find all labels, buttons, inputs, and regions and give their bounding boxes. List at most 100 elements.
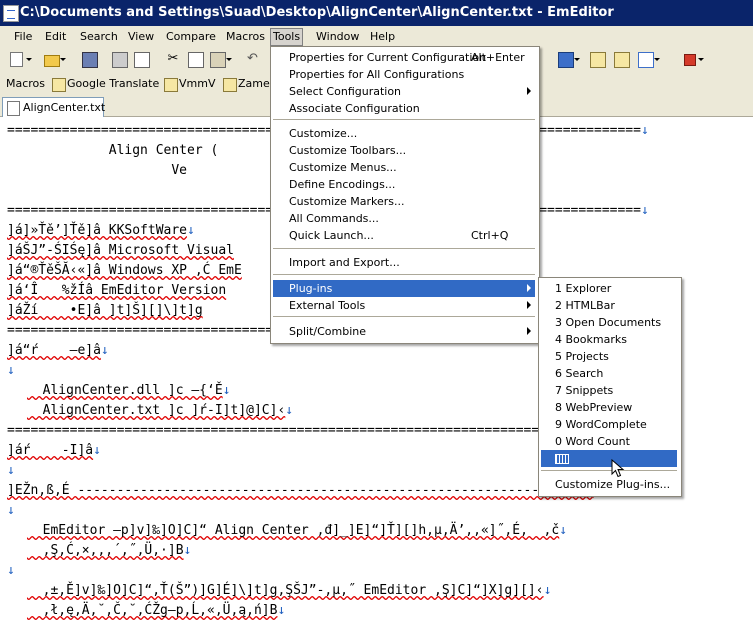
text-line: ]á‘Î %žÍâ EmEditor Version xyxy=(7,281,226,301)
text-line: Align Center ( xyxy=(7,141,219,161)
tools-menu-item[interactable]: Associate Configuration xyxy=(273,100,535,117)
eol-mark: ↓ xyxy=(559,523,568,538)
tools-menu-item[interactable]: Quick Launch... Ctrl+Q xyxy=(273,227,535,244)
eol-mark: ↓ xyxy=(100,343,109,358)
macro-google-translate[interactable]: Google Translate xyxy=(67,77,159,90)
text-line: ]áŽí •E]â ]t]Š][]\]t]g xyxy=(7,301,203,321)
tools-menu-item[interactable]: Customize Toolbars... xyxy=(273,142,535,159)
tools-menu-item[interactable]: Select Configuration xyxy=(273,83,535,100)
menu-view[interactable]: View xyxy=(126,29,156,45)
text-line: ]EŽn,ß,É -------------------------------… xyxy=(7,481,594,501)
menu-help[interactable]: Help xyxy=(368,29,397,45)
menu-separator xyxy=(541,470,677,471)
macro-icon xyxy=(52,78,66,92)
text-line: ]á]»Ťě’]Ťě]â KKSoftWare↓ xyxy=(7,221,195,241)
menu-search[interactable]: Search xyxy=(78,29,120,45)
menu-macros[interactable]: Macros xyxy=(224,29,267,45)
menu-window[interactable]: Window xyxy=(314,29,361,45)
line-text: ]á‘Î %žÍâ EmEditor Version xyxy=(7,283,227,298)
menu-item-label: Properties for All Configurations xyxy=(289,68,465,81)
copy-icon xyxy=(188,52,204,68)
menu-file[interactable]: File xyxy=(12,29,34,45)
text-line: EmEditor —p]v]‰]O]C]“ Align Center ,đ]_]… xyxy=(27,521,567,541)
notepad-icon xyxy=(590,52,606,68)
tools-menu-item[interactable]: Plug-ins xyxy=(273,280,535,297)
text-line: ]áŠJ”-ŚIŚę]â Microsoft Visual xyxy=(7,241,234,261)
line-text: ,Ş,Ć,×,,,´,˝,Ü,·]B xyxy=(27,543,184,558)
tools-menu-item[interactable]: Define Encodings... xyxy=(273,176,535,193)
text-line: ↓ xyxy=(7,561,15,581)
cut-button[interactable]: ✂ xyxy=(164,50,182,68)
plugin-menu-item[interactable]: 4 Bookmarks xyxy=(541,331,677,348)
customize-plugins-item[interactable]: Customize Plug-ins... xyxy=(541,476,677,493)
config-button[interactable] xyxy=(556,50,580,68)
line-text: AlignCenter.txt ]c ]ŕ-I]t]@]C]‹ xyxy=(27,403,286,418)
tools-menu-item[interactable]: Split/Combine xyxy=(273,323,535,340)
line-text: Ve xyxy=(7,163,188,178)
plugin-menu-item[interactable]: 9 WordComplete xyxy=(541,416,677,433)
macro-vmmv[interactable]: VmmV xyxy=(179,77,215,90)
new-file-button[interactable] xyxy=(8,50,32,68)
plugin-menu-item[interactable]: 8 WebPreview xyxy=(541,399,677,416)
marker-all-button[interactable] xyxy=(612,50,630,68)
tools-menu-item[interactable]: Properties for Current Configuration Alt+… xyxy=(273,49,535,66)
paste-button[interactable] xyxy=(208,50,232,68)
submenu-arrow-icon xyxy=(527,284,531,292)
plugin-menu-item[interactable]: 7 Snippets xyxy=(541,382,677,399)
undo-button[interactable]: ↶ xyxy=(245,50,263,68)
plugin-menu-item[interactable]: 1 Explorer xyxy=(541,280,677,297)
print-preview-button[interactable] xyxy=(132,50,150,68)
menu-item-label: Define Encodings... xyxy=(289,178,396,191)
plugin-menu-item[interactable]: 5 Projects xyxy=(541,348,677,365)
line-text: EmEditor —p]v]‰]O]C]“ Align Center ,đ]_]… xyxy=(27,523,560,538)
plugin-menu-item[interactable]: 3 Open Documents xyxy=(541,314,677,331)
plugin-menu-item[interactable] xyxy=(541,450,677,467)
text-line: ↓ xyxy=(7,361,15,381)
menu-item-label: 8 WebPreview xyxy=(555,401,633,414)
text-line: ↓ xyxy=(7,461,15,481)
tools-menu-item[interactable]: Import and Export... xyxy=(273,254,535,271)
tools-menu-item[interactable]: External Tools xyxy=(273,297,535,314)
menu-tools[interactable]: Tools xyxy=(270,28,304,46)
text-line: Ve xyxy=(7,161,187,181)
text-line: ,ł,ę,Ä,˘,Č,˘,ĆŽg—p,Ĺ,«,Ü,ą,ń]B↓ xyxy=(27,601,286,621)
text-file-icon xyxy=(7,101,20,116)
tools-menu-item[interactable]: Customize... xyxy=(273,125,535,142)
line-text: ]á]»Ťě’]Ťě]â KKSoftWare xyxy=(7,223,188,238)
mouse-pointer-icon xyxy=(611,459,625,478)
menu-item-label: Associate Configuration xyxy=(289,102,420,115)
save-button[interactable] xyxy=(80,50,98,68)
undo-icon: ↶ xyxy=(247,51,258,66)
print-button[interactable] xyxy=(110,50,128,68)
eol-mark: ↓ xyxy=(7,503,15,518)
menu-item-label: 0 Word Count xyxy=(555,435,630,448)
line-text: ,ł,ę,Ä,˘,Č,˘,ĆŽg—p,Ĺ,«,Ü,ą,ń]B xyxy=(27,603,278,618)
tools-menu-item[interactable]: All Commands... xyxy=(273,210,535,227)
stop-macro-button[interactable] xyxy=(680,50,704,68)
tools-menu-item[interactable]: Customize Menus... xyxy=(273,159,535,176)
tools-menu-item[interactable]: Properties for All Configurations xyxy=(273,66,535,83)
tab-aligncenter[interactable]: AlignCenter.txt xyxy=(2,97,105,117)
plugin-menu-item[interactable]: 2 HTMLBar xyxy=(541,297,677,314)
plugin-menu-item[interactable]: 0 Word Count xyxy=(541,433,677,450)
submenu-arrow-icon xyxy=(527,301,531,309)
menu-item-label: 2 HTMLBar xyxy=(555,299,615,312)
line-text: ]áŠJ”-ŚIŚę]â Microsoft Visual xyxy=(7,243,234,258)
text-line: ]á“®ŤěŠĂ‹«]â Windows XP ,Ć EmE xyxy=(7,261,242,281)
macro-zamer[interactable]: Zamer xyxy=(238,77,274,90)
tools-menu-item[interactable]: Customize Markers... xyxy=(273,193,535,210)
copy-button[interactable] xyxy=(186,50,204,68)
check-button[interactable] xyxy=(636,50,660,68)
menu-edit[interactable]: Edit xyxy=(43,29,68,45)
tools-menu: Properties for Current Configuration Alt+… xyxy=(270,46,540,344)
menu-compare[interactable]: Compare xyxy=(164,29,218,45)
folder-icon xyxy=(44,55,60,67)
menu-item-label: 1 Explorer xyxy=(555,282,612,295)
menu-item-label: Import and Export... xyxy=(289,256,400,269)
submenu-arrow-icon xyxy=(527,327,531,335)
open-file-button[interactable] xyxy=(42,50,66,68)
plugin-menu-item[interactable]: 6 Search xyxy=(541,365,677,382)
menu-bar: File Edit Search View Compare Macros Too… xyxy=(0,26,753,46)
line-text: AlignCenter.dll ]c —{‘Ě xyxy=(27,383,223,398)
marker-button[interactable] xyxy=(588,50,606,68)
